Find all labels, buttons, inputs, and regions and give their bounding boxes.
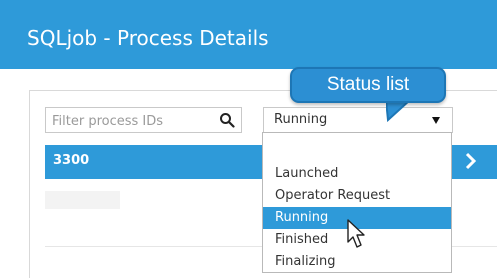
option-operator-request[interactable]: Operator Request xyxy=(263,185,451,207)
window-title: SQLjob - Process Details xyxy=(27,26,269,50)
filter-box[interactable] xyxy=(45,107,242,133)
option-launched[interactable]: Launched xyxy=(263,163,451,185)
option-finalizing[interactable]: Finalizing xyxy=(263,251,451,273)
callout-text: Status list xyxy=(326,74,410,95)
process-id: 3300 xyxy=(53,153,90,168)
title-bar: SQLjob - Process Details xyxy=(0,0,497,69)
filter-process-ids-input[interactable] xyxy=(52,112,212,130)
chevron-right-icon[interactable] xyxy=(461,151,481,171)
status-dropdown-list: Launched Operator Request Running Finish… xyxy=(262,132,452,273)
list-item-placeholder xyxy=(45,191,120,209)
status-select[interactable]: Running xyxy=(263,107,453,133)
status-select-value: Running xyxy=(274,112,328,127)
search-icon[interactable] xyxy=(219,112,235,128)
caret-down-icon xyxy=(432,117,440,124)
callout-pointer xyxy=(386,100,412,122)
option-blank[interactable] xyxy=(263,138,451,160)
mouse-pointer-icon xyxy=(347,219,365,248)
status-list-callout: Status list xyxy=(290,67,446,103)
